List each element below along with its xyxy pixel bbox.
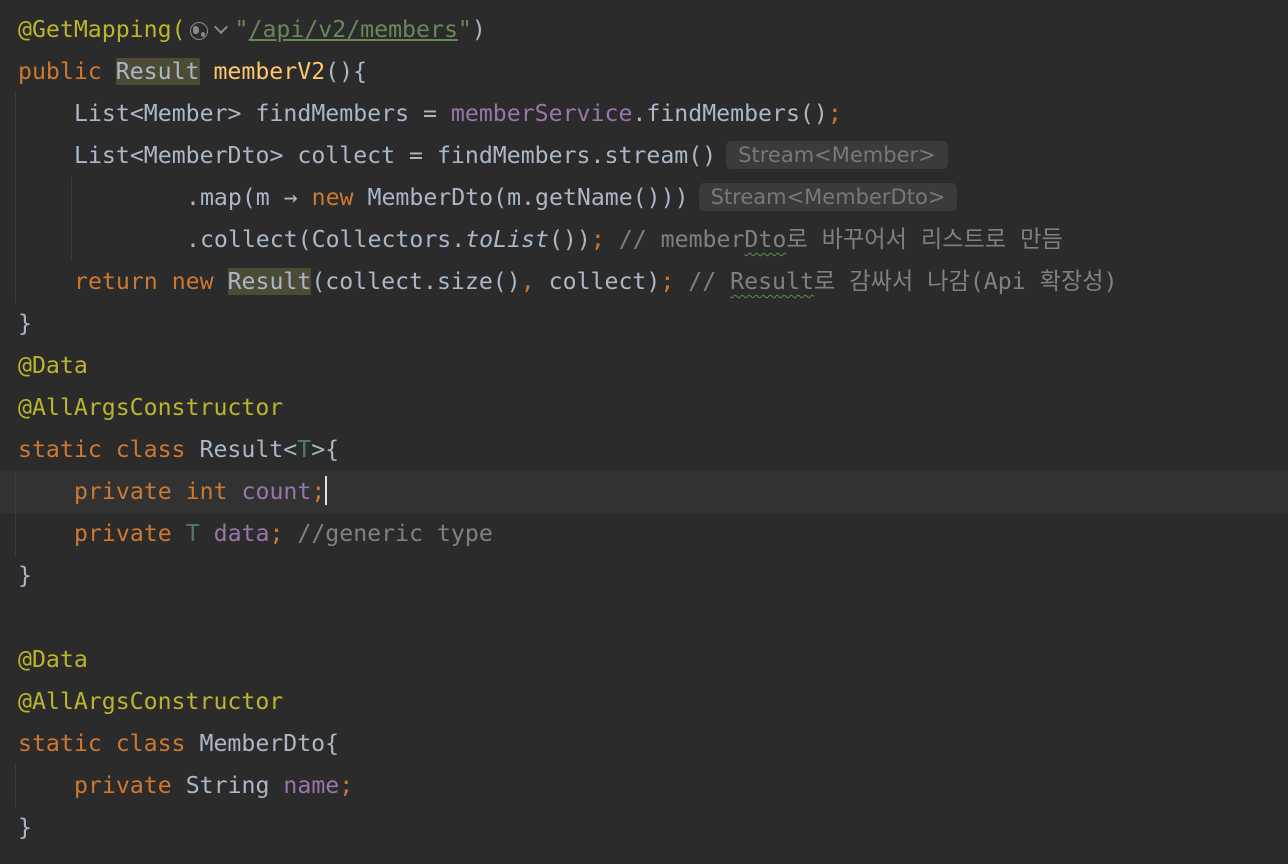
- code-line[interactable]: List<Member> findMembers = memberService…: [0, 93, 1288, 135]
- token-keyword: private: [74, 772, 186, 799]
- token-comment: Dto: [744, 226, 787, 253]
- token-typeparam: T: [185, 520, 214, 547]
- token-keyword: ;: [269, 520, 298, 547]
- indent-guide: [71, 177, 72, 219]
- token-comment: 로 바꾸어서 리스트로 만듬: [786, 226, 1063, 253]
- code-line[interactable]: private T data; //generic type: [0, 513, 1288, 555]
- token-plain: .findMembers(): [632, 100, 828, 127]
- token-field: data: [213, 520, 270, 547]
- token-method: memberV2: [213, 58, 326, 85]
- code-line[interactable]: @Data: [0, 345, 1288, 387]
- code-line[interactable]: }: [0, 303, 1288, 345]
- code-line[interactable]: public Result memberV2(){: [0, 51, 1288, 93]
- code-line[interactable]: static class MemberDto{: [0, 723, 1288, 765]
- token-comment: // member: [618, 226, 745, 253]
- token-annotation: @Data: [18, 352, 88, 379]
- token-plain: }: [18, 562, 32, 589]
- token-annotation: @GetMapping(: [18, 16, 186, 43]
- token-comment: //: [688, 268, 731, 295]
- indent-guide: [15, 471, 16, 513]
- indent-guide: [15, 219, 16, 261]
- token-keyword: new: [311, 184, 368, 211]
- token-comment: //generic type: [297, 520, 493, 547]
- token-keyword: private int: [74, 478, 242, 505]
- token-plain: }: [18, 814, 32, 841]
- token-field: memberService: [450, 100, 633, 127]
- token-keyword: static class: [18, 436, 200, 463]
- indent-guide: [71, 219, 72, 261]
- code-line[interactable]: @AllArgsConstructor: [0, 681, 1288, 723]
- indent-guide: [15, 765, 16, 807]
- token-plain: Result: [115, 58, 200, 85]
- token-plain: (collect.size(): [311, 268, 521, 295]
- inlay-type-hint: Stream<Member>: [726, 141, 948, 169]
- indent-guide: [15, 261, 16, 303]
- token-plain: ()): [548, 226, 591, 253]
- code-line[interactable]: [0, 597, 1288, 639]
- token-keyword: ;: [827, 100, 842, 127]
- code-line[interactable]: private String name;: [0, 765, 1288, 807]
- token-field: count: [241, 478, 312, 505]
- token-comment: Result: [730, 268, 814, 295]
- globe-icon[interactable]: [189, 22, 208, 40]
- token-plain: .map(m →: [186, 184, 312, 211]
- token-plain: collect): [548, 268, 661, 295]
- token-plain: List<Member> findMembers =: [74, 100, 451, 127]
- token-str: ": [234, 16, 249, 43]
- token-field: name: [283, 772, 340, 799]
- token-keyword: ,: [520, 268, 549, 295]
- code-editor[interactable]: @GetMapping( "/api/v2/members") public Res…: [0, 9, 1288, 864]
- code-line[interactable]: .map(m → new MemberDto(m.getName())) Stre…: [0, 177, 1288, 219]
- indent-guide: [15, 177, 16, 219]
- token-plain: String: [185, 772, 284, 799]
- code-line[interactable]: @GetMapping( "/api/v2/members"): [0, 9, 1288, 51]
- code-line[interactable]: .collect(Collectors.toList()); // member…: [0, 219, 1288, 261]
- token-plain: MemberDto(m.getName())): [367, 184, 689, 211]
- token-keyword: return new: [74, 268, 228, 295]
- code-line[interactable]: @Data: [0, 639, 1288, 681]
- token-plain: >{: [311, 436, 340, 463]
- token-keyword: ;: [660, 268, 689, 295]
- code-line[interactable]: }: [0, 555, 1288, 597]
- token-keyword: ;: [339, 772, 354, 799]
- token-annotation: @AllArgsConstructor: [18, 394, 284, 421]
- inlay-type-hint: Stream<MemberDto>: [698, 183, 958, 211]
- text-caret: [325, 476, 328, 505]
- token-keyword: private: [74, 520, 186, 547]
- indent-guide: [15, 135, 16, 177]
- token-plain: Result<: [199, 436, 298, 463]
- token-keyword: static class: [18, 730, 200, 757]
- code-line[interactable]: private int count;: [0, 471, 1288, 513]
- token-annotation: @Data: [18, 646, 88, 673]
- indent-guide: [15, 513, 16, 555]
- token-keyword: public: [18, 58, 116, 85]
- token-plain: (){: [325, 58, 368, 85]
- token-plain: Result: [227, 268, 312, 295]
- token-url: /api/v2/members: [248, 16, 458, 43]
- token-keyword: ;: [590, 226, 619, 253]
- token-str: ": [457, 16, 472, 43]
- indent-guide: [15, 93, 16, 135]
- token-plain: toList: [465, 226, 549, 253]
- token-annotation: @AllArgsConstructor: [18, 688, 284, 715]
- token-plain: .collect(Collectors.: [186, 226, 466, 253]
- token-plain: }: [18, 310, 32, 337]
- token-keyword: ;: [311, 478, 326, 505]
- token-typeparam: T: [297, 436, 312, 463]
- code-line[interactable]: static class Result<T>{: [0, 429, 1288, 471]
- code-line[interactable]: List<MemberDto> collect = findMembers.st…: [0, 135, 1288, 177]
- code-line[interactable]: @AllArgsConstructor: [0, 387, 1288, 429]
- token-plain: List<MemberDto> collect = findMembers.st…: [74, 142, 717, 169]
- token-plain: MemberDto{: [199, 730, 340, 757]
- token-comment: 로 감싸서 나감(Api 확장성): [813, 268, 1118, 295]
- chevron-down-icon[interactable]: [213, 19, 228, 35]
- code-line[interactable]: }: [0, 807, 1288, 849]
- token-plain: ): [471, 16, 486, 43]
- code-line[interactable]: return new Result(collect.size(), collec…: [0, 261, 1288, 303]
